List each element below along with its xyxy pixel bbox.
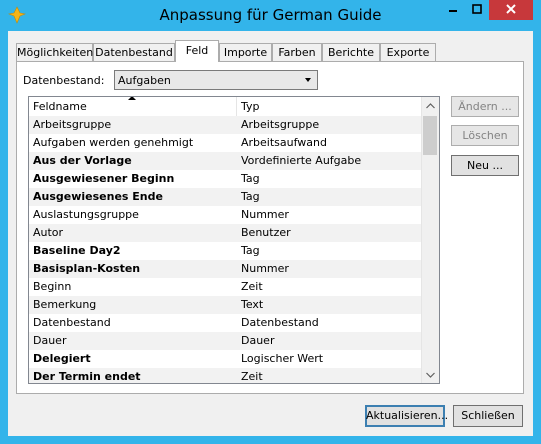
cell-typ: Dauer xyxy=(241,334,275,347)
title-bar[interactable]: Anpassung für German Guide xyxy=(0,0,541,30)
new-button[interactable]: Neu ... xyxy=(451,155,519,176)
table-row[interactable]: Ausgewiesener Beginn Tag xyxy=(29,170,421,188)
cell-typ: Arbeitsgruppe xyxy=(241,118,320,131)
cell-typ: Text xyxy=(241,298,264,311)
chevron-up-icon xyxy=(426,99,435,112)
refresh-button[interactable]: Aktualisieren... xyxy=(365,405,448,427)
table-row[interactable]: Beginn Zeit xyxy=(29,278,421,296)
cell-feldname: Auslastungsgruppe xyxy=(33,208,139,221)
scrollbar-thumb[interactable] xyxy=(423,116,437,155)
table-row[interactable]: Auslastungsgruppe Nummer xyxy=(29,206,421,224)
tab-exporte[interactable]: Exporte xyxy=(380,43,436,61)
table-row[interactable]: Aus der Vorlage Vordefinierte Aufgabe xyxy=(29,152,421,170)
minimize-icon xyxy=(448,4,458,17)
table-row[interactable]: Ausgewiesenes Ende Tag xyxy=(29,188,421,206)
tab-importe[interactable]: Importe xyxy=(219,43,272,61)
cell-feldname: Ausgewiesenes Ende xyxy=(33,190,163,203)
cell-typ: Nummer xyxy=(241,208,289,221)
tab-feld[interactable]: Feld xyxy=(175,40,219,62)
table-row[interactable]: Aufgaben werden genehmigt Arbeitsaufwand xyxy=(29,134,421,152)
tab-farben[interactable]: Farben xyxy=(272,43,322,61)
column-header-feldname[interactable]: Feldname xyxy=(29,97,237,116)
cell-typ: Zeit xyxy=(241,370,263,383)
scroll-up-button[interactable] xyxy=(422,97,439,114)
cell-typ: Datenbestand xyxy=(241,316,319,329)
cell-feldname: Ausgewiesener Beginn xyxy=(33,172,175,185)
sort-ascending-icon xyxy=(128,97,136,100)
cell-typ: Nummer xyxy=(241,262,289,275)
delete-button[interactable]: Löschen xyxy=(451,125,519,146)
table-row[interactable]: Autor Benutzer xyxy=(29,224,421,242)
cell-feldname: Aus der Vorlage xyxy=(33,154,132,167)
close-icon xyxy=(505,3,517,18)
dialog-window: Anpassung für German Guide Möglichkeiten… xyxy=(0,0,541,444)
cell-typ: Tag xyxy=(241,244,260,257)
table-row[interactable]: Baseline Day2 Tag xyxy=(29,242,421,260)
datasource-label: Datenbestand: xyxy=(23,74,105,87)
edit-button[interactable]: Ändern ... xyxy=(451,96,519,117)
table-row[interactable]: Bemerkung Text xyxy=(29,296,421,314)
maximize-icon xyxy=(472,3,482,17)
cell-typ: Benutzer xyxy=(241,226,291,239)
minimize-button[interactable] xyxy=(441,0,465,20)
cell-typ: Logischer Wert xyxy=(241,352,324,365)
table-row[interactable]: Delegiert Logischer Wert xyxy=(29,350,421,368)
field-grid[interactable]: Feldname Typ Arbeitsgruppe Arbeitsgruppe A… xyxy=(28,96,440,384)
table-row[interactable]: Der Termin endet Zeit xyxy=(29,368,421,383)
close-dialog-button[interactable]: Schließen xyxy=(453,405,523,427)
tab-berichte[interactable]: Berichte xyxy=(322,43,380,61)
grid-rows: Arbeitsgruppe Arbeitsgruppe Aufgaben werde… xyxy=(29,116,421,383)
scroll-down-button[interactable] xyxy=(422,366,439,383)
cell-feldname: Arbeitsgruppe xyxy=(33,118,112,131)
cell-typ: Arbeitsaufwand xyxy=(241,136,327,149)
dialog-client: Möglichkeiten Datenbestand Feld Importe … xyxy=(8,31,533,436)
tab-moeglichkeiten[interactable]: Möglichkeiten xyxy=(16,43,93,61)
column-header-feldname-label: Feldname xyxy=(33,100,87,113)
cell-feldname: Autor xyxy=(33,226,64,239)
chevron-down-icon xyxy=(426,368,435,381)
cell-typ: Vordefinierte Aufgabe xyxy=(241,154,362,167)
vertical-scrollbar[interactable] xyxy=(421,97,439,383)
table-row[interactable]: Arbeitsgruppe Arbeitsgruppe xyxy=(29,116,421,134)
cell-typ: Tag xyxy=(241,190,260,203)
column-header-typ[interactable]: Typ xyxy=(237,97,421,116)
cell-feldname: Datenbestand xyxy=(33,316,111,329)
cell-feldname: Baseline Day2 xyxy=(33,244,121,257)
table-row[interactable]: Dauer Dauer xyxy=(29,332,421,350)
chevron-down-icon xyxy=(305,78,311,82)
cell-feldname: Delegiert xyxy=(33,352,91,365)
cell-feldname: Basisplan-Kosten xyxy=(33,262,141,275)
cell-feldname: Dauer xyxy=(33,334,67,347)
cell-feldname: Bemerkung xyxy=(33,298,97,311)
cell-typ: Tag xyxy=(241,172,260,185)
datasource-value: Aufgaben xyxy=(118,74,171,87)
cell-feldname: Aufgaben werden genehmigt xyxy=(33,136,194,149)
table-row[interactable]: Datenbestand Datenbestand xyxy=(29,314,421,332)
grid-header: Feldname Typ xyxy=(29,97,421,117)
close-button[interactable] xyxy=(489,0,533,20)
cell-feldname: Der Termin endet xyxy=(33,370,141,383)
cell-feldname: Beginn xyxy=(33,280,72,293)
datasource-select[interactable]: Aufgaben xyxy=(114,70,318,90)
tab-datenbestand[interactable]: Datenbestand xyxy=(93,43,175,61)
cell-typ: Zeit xyxy=(241,280,263,293)
table-row[interactable]: Basisplan-Kosten Nummer xyxy=(29,260,421,278)
maximize-button[interactable] xyxy=(465,0,489,20)
